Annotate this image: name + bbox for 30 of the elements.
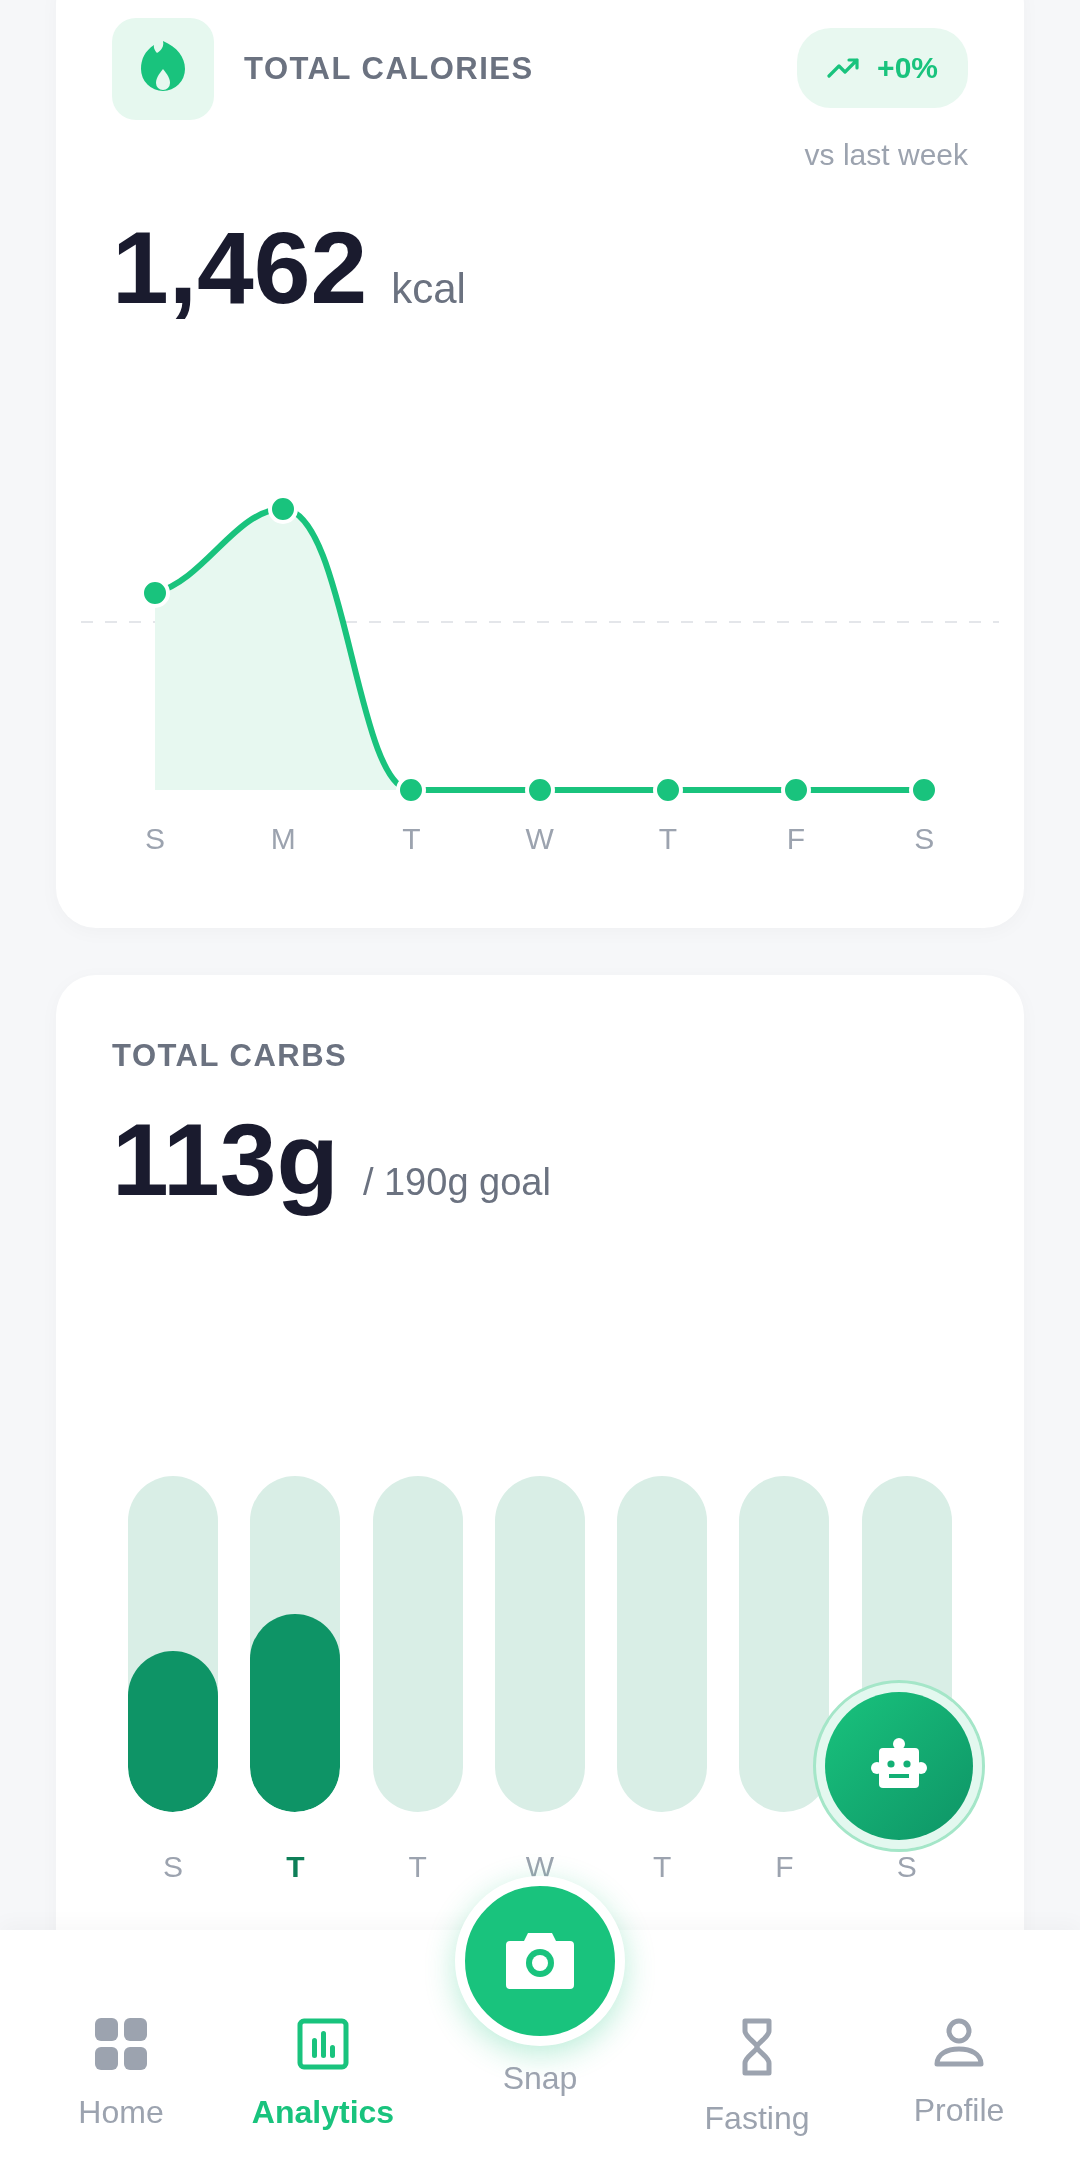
day-label[interactable]: S [896, 1854, 917, 1880]
trend-caption: vs last week [804, 138, 968, 172]
carbs-goal: / 190g goal [362, 1161, 551, 1205]
trend-badge: +0% [797, 28, 968, 108]
day-label[interactable]: T [653, 1854, 672, 1880]
calories-value: 1,462 [112, 217, 368, 319]
bar-chart-icon [297, 2018, 349, 2070]
day-label[interactable]: T [286, 1854, 305, 1880]
day-label: W [524, 822, 555, 856]
flame-icon [112, 18, 214, 120]
nav-tab[interactable]: Fasting [672, 2018, 842, 2137]
calories-unit: kcal [391, 265, 466, 313]
day-label: T [657, 822, 678, 856]
day-label: T [401, 822, 422, 856]
day-label[interactable]: W [525, 1854, 555, 1880]
nav-tab[interactable]: Analytics [238, 2018, 408, 2131]
day-label: S [913, 822, 936, 856]
snap-label: Snap [502, 2060, 578, 2097]
day-label: M [269, 822, 297, 856]
day-label[interactable]: T [408, 1854, 427, 1880]
day-label[interactable]: F [775, 1854, 794, 1880]
person-icon [933, 2018, 985, 2068]
day-label: S [144, 822, 167, 856]
grid-icon [95, 2018, 147, 2070]
nav-tab[interactable]: Profile [874, 2018, 1044, 2129]
card-title: TOTAL CARBS [112, 1037, 349, 1075]
card-title: TOTAL CALORIES [244, 51, 534, 87]
day-label[interactable]: S [163, 1854, 183, 1880]
day-label: F [785, 822, 807, 856]
nav-tab[interactable]: Home [36, 2018, 206, 2131]
